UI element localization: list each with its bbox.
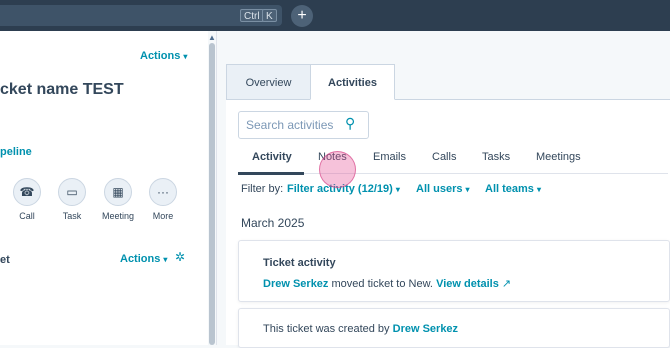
k-key-hint: K	[262, 9, 277, 22]
card-title: Ticket activity	[263, 257, 336, 269]
chevron-down-icon: ▾	[183, 52, 188, 61]
chevron-down-icon: ▾	[395, 185, 400, 194]
add-icon[interactable]: +	[291, 5, 313, 27]
sidebar-scrollbar[interactable]: ▲	[208, 31, 216, 345]
tab-activities[interactable]: Activities	[310, 64, 395, 100]
section-title: et	[0, 254, 10, 266]
pipeline-link[interactable]: peline	[0, 146, 32, 158]
top-nav-bar: Ctrl K +	[0, 0, 670, 31]
active-subtab-indicator	[238, 172, 304, 175]
activity-text: moved ticket to New.	[331, 278, 434, 290]
card-body: Drew Serkez moved ticket to New. View de…	[263, 277, 511, 290]
subtab-emails[interactable]: Emails	[373, 151, 406, 163]
view-details-link[interactable]: View details	[436, 278, 499, 290]
ticket-activity-card: Ticket activity Drew Serkez moved ticket…	[238, 240, 670, 302]
actions-label: Actions	[140, 50, 181, 62]
actions-dropdown[interactable]: Actions ▾	[140, 50, 187, 62]
ctrl-key-hint: Ctrl	[240, 9, 264, 22]
call-label: Call	[19, 211, 35, 221]
calendar-icon: ▦	[104, 178, 132, 206]
click-indicator	[319, 151, 356, 188]
month-heading: March 2025	[241, 216, 305, 230]
tab-overview[interactable]: Overview	[226, 64, 311, 100]
ticket-created-card: This ticket was created by Drew Serkez	[238, 308, 670, 348]
task-icon: ▭	[58, 178, 86, 206]
task-label: Task	[62, 211, 82, 221]
subtab-calls[interactable]: Calls	[432, 151, 456, 163]
panel-divider	[216, 31, 217, 345]
all-users-dropdown[interactable]: All users ▾	[416, 183, 470, 195]
call-button[interactable]: ☎ Call	[5, 178, 49, 221]
all-teams-dropdown[interactable]: All teams ▾	[485, 183, 541, 195]
creator-link[interactable]: Drew Serkez	[393, 323, 458, 335]
more-label: More	[152, 211, 174, 221]
global-search-bar[interactable]: Ctrl K	[0, 5, 282, 26]
task-button[interactable]: ▭ Task	[50, 178, 94, 221]
search-icon[interactable]: ⚲	[345, 115, 355, 132]
scroll-up-icon[interactable]: ▲	[208, 33, 216, 42]
created-text: This ticket was created by	[263, 323, 390, 335]
subtab-activity[interactable]: Activity	[252, 151, 292, 163]
section-actions-label: Actions	[120, 253, 161, 265]
gear-icon[interactable]: ✲	[175, 250, 185, 264]
meeting-label: Meeting	[101, 211, 135, 221]
section-actions-dropdown[interactable]: Actions ▾	[120, 253, 167, 265]
meeting-button[interactable]: ▦ Meeting	[96, 178, 140, 221]
filter-label: Filter by:	[241, 183, 284, 195]
more-icon: ···	[149, 178, 177, 206]
phone-icon: ☎	[13, 178, 41, 206]
chevron-down-icon: ▾	[536, 185, 541, 194]
chevron-down-icon: ▾	[163, 255, 168, 264]
scrollbar-thumb[interactable]	[209, 43, 215, 345]
record-title: cket name TEST	[0, 81, 124, 98]
subtab-meetings[interactable]: Meetings	[536, 151, 581, 163]
subtab-tasks[interactable]: Tasks	[482, 151, 510, 163]
created-body: This ticket was created by Drew Serkez	[263, 323, 458, 335]
more-button[interactable]: ··· More	[141, 178, 185, 221]
all-users-label: All users	[416, 183, 463, 195]
chevron-down-icon: ▾	[465, 185, 470, 194]
search-activities-input[interactable]	[246, 118, 346, 132]
activity-search-box: ⚲	[238, 111, 369, 139]
all-teams-label: All teams	[485, 183, 534, 195]
external-link-icon[interactable]: ↗	[502, 278, 511, 290]
user-link[interactable]: Drew Serkez	[263, 278, 328, 290]
